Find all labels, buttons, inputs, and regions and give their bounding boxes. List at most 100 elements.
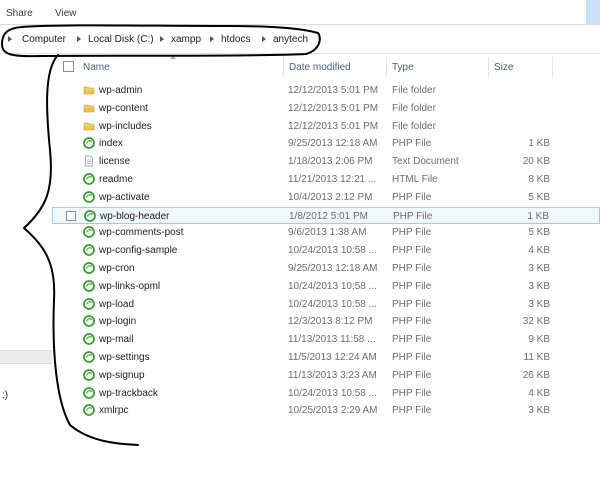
file-name: wp-signup [99, 369, 145, 381]
column-header-row: Name Date modified Type Size [52, 56, 600, 77]
file-size: 1 KB [527, 210, 549, 222]
php-file-icon [83, 315, 95, 328]
column-divider[interactable] [386, 57, 387, 77]
file-type: PHP File [392, 351, 432, 363]
column-header-date-modified[interactable]: Date modified [289, 62, 351, 73]
php-file-icon [83, 190, 95, 203]
breadcrumb-arrow-icon[interactable] [262, 36, 266, 42]
nav-selected-item[interactable] [0, 350, 52, 364]
file-name: wp-links-opml [99, 280, 161, 292]
file-row[interactable]: wp-blog-header 1/8/2012 5:01 PM PHP File 1 … [52, 206, 600, 225]
file-row[interactable]: wp-mail 11/13/2013 11:58 ... PHP File 9 KB [52, 331, 600, 349]
navigation-pane[interactable]: :) [0, 54, 52, 481]
column-divider[interactable] [552, 57, 553, 77]
breadcrumb[interactable]: Computer Local Disk (C:) xampp htdocs an… [0, 25, 600, 54]
file-name: wp-blog-header [100, 210, 170, 222]
php-file-icon [83, 297, 95, 310]
file-row[interactable]: wp-includes 12/12/2013 5:01 PM File folder [52, 118, 600, 136]
column-header-name[interactable]: Name [83, 62, 110, 73]
file-name: wp-comments-post [99, 227, 184, 239]
file-list: wp-admin 12/12/2013 5:01 PM File folder wp-… [52, 82, 600, 420]
file-row[interactable]: license 1/18/2013 2:06 PM Text Document 20 … [52, 153, 600, 171]
file-type: Text Document [392, 156, 459, 168]
file-row[interactable]: readme 11/21/2013 12:21 ... HTML File 8 KB [52, 171, 600, 189]
file-date-modified: 12/12/2013 5:01 PM [288, 85, 379, 96]
file-date-modified: 1/8/2012 5:01 PM [289, 210, 368, 222]
column-header-size[interactable]: Size [494, 62, 513, 73]
file-type: File folder [392, 102, 436, 114]
file-size: 5 KB [528, 191, 550, 203]
nav-item-label[interactable]: :) [2, 390, 8, 401]
file-name: xmlrpc [99, 405, 129, 417]
file-row[interactable]: wp-trackback 10/24/2013 10:58 ... PHP File… [52, 385, 600, 403]
file-name: wp-content [99, 102, 148, 114]
file-type: PHP File [392, 298, 432, 310]
file-date-modified: 12/12/2013 5:01 PM [288, 102, 379, 114]
folder-icon [83, 120, 95, 132]
file-name: index [99, 138, 123, 150]
file-type: PHP File [392, 191, 432, 203]
breadcrumb-htdocs[interactable]: htdocs [221, 34, 250, 45]
file-date-modified: 11/13/2013 3:23 AM [288, 369, 377, 381]
file-row[interactable]: wp-activate 10/4/2013 2:12 PM PHP File 5 KB [52, 189, 600, 207]
file-size: 1 KB [528, 138, 550, 150]
breadcrumb-arrow-icon[interactable] [8, 36, 12, 42]
column-header-type[interactable]: Type [392, 62, 414, 73]
file-name: wp-mail [99, 334, 134, 346]
file-date-modified: 10/24/2013 10:58 ... [288, 387, 377, 399]
file-date-modified: 9/25/2013 12:18 AM [288, 262, 378, 274]
file-row[interactable]: wp-cron 9/25/2013 12:18 AM PHP File 3 KB [52, 260, 600, 278]
file-type: PHP File [392, 280, 432, 292]
file-type: PHP File [392, 369, 432, 381]
breadcrumb-arrow-icon[interactable] [77, 36, 81, 42]
file-row[interactable]: wp-comments-post 9/6/2013 1:38 AM PHP File… [52, 224, 600, 242]
php-file-icon [83, 244, 95, 257]
file-row[interactable]: wp-settings 11/5/2013 12:24 AM PHP File 11 … [52, 349, 600, 367]
file-row[interactable]: wp-content 12/12/2013 5:01 PM File folder [52, 100, 600, 118]
file-row[interactable]: wp-load 10/24/2013 10:58 ... PHP File 3 KB [52, 296, 600, 314]
column-divider[interactable] [283, 57, 284, 77]
tab-share[interactable]: Share [6, 8, 33, 19]
file-type: PHP File [392, 262, 432, 274]
breadcrumb-anytech[interactable]: anytech [273, 34, 308, 45]
column-divider[interactable] [488, 57, 489, 77]
file-row[interactable]: wp-config-sample 10/24/2013 10:58 ... PHP … [52, 242, 600, 260]
php-file-icon [83, 137, 95, 150]
file-type: File folder [392, 120, 436, 132]
file-date-modified: 10/24/2013 10:58 ... [288, 280, 377, 292]
breadcrumb-local-disk[interactable]: Local Disk (C:) [88, 34, 154, 45]
file-size: 3 KB [528, 262, 550, 274]
file-date-modified: 9/6/2013 1:38 AM [288, 227, 367, 239]
file-name: wp-config-sample [99, 245, 178, 257]
file-size: 20 KB [522, 156, 550, 168]
php-file-icon [83, 173, 95, 185]
tab-view[interactable]: View [55, 8, 77, 19]
file-row[interactable]: wp-links-opml 10/24/2013 10:58 ... PHP Fil… [52, 278, 600, 296]
file-name: wp-trackback [99, 387, 158, 399]
file-name: wp-activate [99, 191, 150, 203]
file-type: PHP File [392, 138, 432, 150]
file-name: wp-includes [99, 120, 152, 132]
php-file-icon [83, 368, 95, 381]
file-name: wp-load [99, 298, 135, 310]
file-date-modified: 10/4/2013 2:12 PM [288, 191, 373, 203]
file-name: wp-settings [99, 351, 150, 363]
file-row[interactable]: wp-admin 12/12/2013 5:01 PM File folder [52, 82, 600, 100]
breadcrumb-computer[interactable]: Computer [22, 34, 66, 45]
file-size: 9 KB [528, 334, 550, 346]
file-row[interactable]: index 9/25/2013 12:18 AM PHP File 1 KB [52, 135, 600, 153]
breadcrumb-xampp[interactable]: xampp [171, 34, 201, 45]
ribbon-expand-area[interactable] [586, 0, 600, 24]
select-all-checkbox[interactable] [63, 61, 74, 72]
file-row[interactable]: wp-signup 11/13/2013 3:23 AM PHP File 26 KB [52, 367, 600, 385]
row-checkbox[interactable] [66, 210, 76, 221]
sort-ascending-icon [170, 56, 176, 59]
breadcrumb-arrow-icon[interactable] [160, 36, 164, 42]
file-size: 5 KB [528, 227, 550, 239]
file-row[interactable]: xmlrpc 10/25/2013 2:29 AM PHP File 3 KB [52, 402, 600, 420]
php-file-icon [83, 333, 95, 346]
file-size: 11 KB [523, 351, 551, 363]
file-size: 4 KB [528, 387, 550, 399]
breadcrumb-arrow-icon[interactable] [210, 36, 214, 42]
file-row[interactable]: wp-login 12/3/2013 8:12 PM PHP File 32 KB [52, 313, 600, 331]
